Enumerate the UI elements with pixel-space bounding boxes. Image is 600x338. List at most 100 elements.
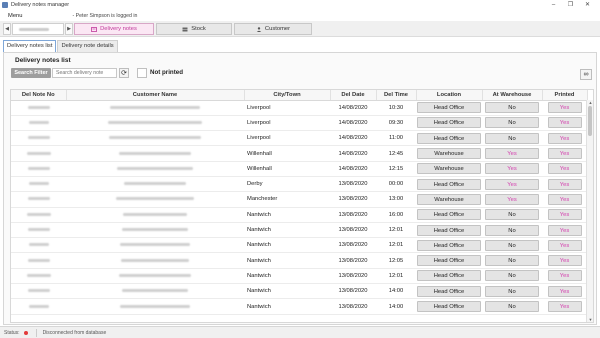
table-row[interactable]: Nantwich 13/08/2020 16:00 Head Office No Yes [11, 207, 587, 223]
search-filter-button[interactable]: Search Filter [11, 68, 51, 78]
location-button[interactable]: Warehouse [417, 163, 481, 175]
at-warehouse-button[interactable]: Yes [485, 163, 539, 175]
location-button[interactable]: Head Office [417, 224, 481, 236]
redacted-text [124, 182, 186, 186]
at-warehouse-button[interactable]: No [485, 224, 539, 236]
del-date-cell: 13/08/2020 [330, 176, 376, 193]
printed-button[interactable]: Yes [547, 270, 582, 282]
table-row[interactable]: Nantwich 13/08/2020 12:01 Head Office No Yes [11, 268, 587, 285]
scroll-down-icon[interactable]: ▼ [587, 317, 593, 322]
next-arrow-icon[interactable]: ▶ [65, 23, 73, 35]
at-warehouse-button[interactable]: No [485, 285, 539, 297]
location-button[interactable]: Head Office [417, 117, 481, 129]
location-button[interactable]: Head Office [417, 178, 481, 190]
menu-button[interactable]: Menu [8, 13, 23, 19]
column-header[interactable]: Customer Name [66, 90, 245, 101]
at-warehouse-button[interactable]: No [485, 239, 539, 251]
printed-button[interactable]: Yes [547, 209, 582, 221]
vertical-scrollbar[interactable]: ▲ ▼ [586, 100, 593, 322]
redacted-text [27, 228, 50, 232]
record-selector[interactable] [12, 23, 64, 35]
not-printed-checkbox[interactable] [137, 68, 147, 78]
tab-delivery-note-details[interactable]: Delivery note details [57, 40, 118, 52]
at-warehouse-button[interactable]: Yes [485, 148, 539, 160]
printed-button[interactable]: Yes [547, 178, 582, 190]
at-warehouse-button[interactable]: No [485, 102, 539, 114]
delivery-notes-panel: Delivery notes list Search Filter ⟳ Not … [3, 52, 597, 325]
printed-cell: Yes [542, 176, 587, 193]
location-button[interactable]: Head Office [417, 132, 481, 144]
table-row[interactable]: Derby 13/08/2020 00:00 Head Office Yes Yes [11, 176, 587, 193]
printed-button[interactable]: Yes [547, 301, 582, 312]
customer-name-cell [66, 237, 244, 254]
location-button[interactable]: Head Office [417, 285, 481, 297]
printed-button[interactable]: Yes [547, 163, 582, 175]
printed-button[interactable]: Yes [547, 193, 582, 205]
delivery-notes-button[interactable]: Delivery notes [74, 23, 154, 35]
printed-button[interactable]: Yes [547, 285, 582, 297]
location-cell: Warehouse [416, 191, 482, 208]
table-row[interactable]: Liverpool 14/08/2020 10:30 Head Office No Yes [11, 100, 587, 116]
link-icon[interactable]: ∞ [580, 69, 592, 80]
table-row[interactable]: Nantwich 13/08/2020 12:01 Head Office No Yes [11, 222, 587, 239]
column-header[interactable]: Del Date [330, 90, 377, 101]
printed-cell: Yes [542, 191, 587, 208]
table-row[interactable]: Liverpool 14/08/2020 11:00 Head Office No Yes [11, 130, 587, 147]
at-warehouse-button[interactable]: No [485, 117, 539, 129]
stock-button[interactable]: Stock [156, 23, 232, 35]
table-row[interactable]: Willenhall 14/08/2020 12:45 Warehouse Yes Yes [11, 145, 587, 162]
location-button[interactable]: Warehouse [417, 148, 481, 160]
minimize-icon[interactable]: – [545, 0, 562, 10]
at-warehouse-button[interactable]: Yes [485, 178, 539, 190]
location-button[interactable]: Head Office [417, 239, 481, 251]
customer-button[interactable]: Customer [234, 23, 312, 35]
table-row[interactable]: Nantwich 13/08/2020 14:00 Head Office No Yes [11, 298, 587, 315]
location-button[interactable]: Warehouse [417, 193, 481, 205]
maximize-icon[interactable]: ❐ [562, 0, 579, 10]
printed-button[interactable]: Yes [547, 102, 582, 114]
at-warehouse-button[interactable]: Yes [485, 193, 539, 205]
del-date-cell: 13/08/2020 [330, 237, 376, 254]
redacted-text [123, 212, 187, 216]
scrollbar-thumb[interactable] [588, 106, 592, 136]
table-row[interactable]: Nantwich 13/08/2020 12:01 Head Office No Yes [11, 237, 587, 254]
location-button[interactable]: Head Office [417, 102, 481, 114]
previous-arrow-icon[interactable]: ◀ [3, 23, 11, 35]
location-button[interactable]: Head Office [417, 301, 481, 312]
column-header[interactable]: Location [416, 90, 483, 101]
column-header[interactable]: Del Note No [11, 90, 67, 101]
scroll-up-icon[interactable]: ▲ [587, 100, 593, 105]
del-date-cell: 14/08/2020 [330, 130, 376, 147]
table-row[interactable]: Nantwich 13/08/2020 12:05 Head Office No Yes [11, 252, 587, 269]
close-icon[interactable]: ✕ [579, 0, 596, 10]
table-row[interactable]: Nantwich 13/08/2020 14:00 Head Office No Yes [11, 283, 587, 300]
location-button[interactable]: Head Office [417, 255, 481, 267]
location-button[interactable]: Head Office [417, 209, 481, 221]
column-header[interactable]: Del Time [376, 90, 417, 101]
at-warehouse-button[interactable]: No [485, 132, 539, 144]
printed-button[interactable]: Yes [547, 239, 582, 251]
redacted-text [26, 151, 51, 155]
at-warehouse-cell: No [482, 130, 542, 147]
printed-button[interactable]: Yes [547, 224, 582, 236]
tab-delivery-notes-list[interactable]: Delivery notes list [3, 40, 57, 52]
redacted-text [109, 136, 201, 140]
column-header[interactable]: Printed [542, 90, 588, 101]
at-warehouse-button[interactable]: No [485, 255, 539, 267]
at-warehouse-button[interactable]: No [485, 301, 539, 312]
search-input[interactable] [52, 68, 117, 78]
printed-button[interactable]: Yes [547, 132, 582, 144]
table-row[interactable]: Manchester 13/08/2020 13:00 Warehouse Yes Yes [11, 191, 587, 208]
at-warehouse-button[interactable]: No [485, 209, 539, 221]
printed-button[interactable]: Yes [547, 117, 582, 129]
table-row[interactable]: Willenhall 14/08/2020 12:15 Warehouse Yes Yes [11, 161, 587, 177]
table-row[interactable]: Liverpool 14/08/2020 09:30 Head Office No Yes [11, 115, 587, 132]
location-button[interactable]: Head Office [417, 270, 481, 282]
column-header[interactable]: At Warehouse [482, 90, 543, 101]
column-header[interactable]: City/Town [244, 90, 331, 101]
location-cell: Head Office [416, 115, 482, 132]
at-warehouse-button[interactable]: No [485, 270, 539, 282]
printed-button[interactable]: Yes [547, 148, 582, 160]
refresh-icon[interactable]: ⟳ [119, 68, 129, 78]
printed-button[interactable]: Yes [547, 255, 582, 267]
